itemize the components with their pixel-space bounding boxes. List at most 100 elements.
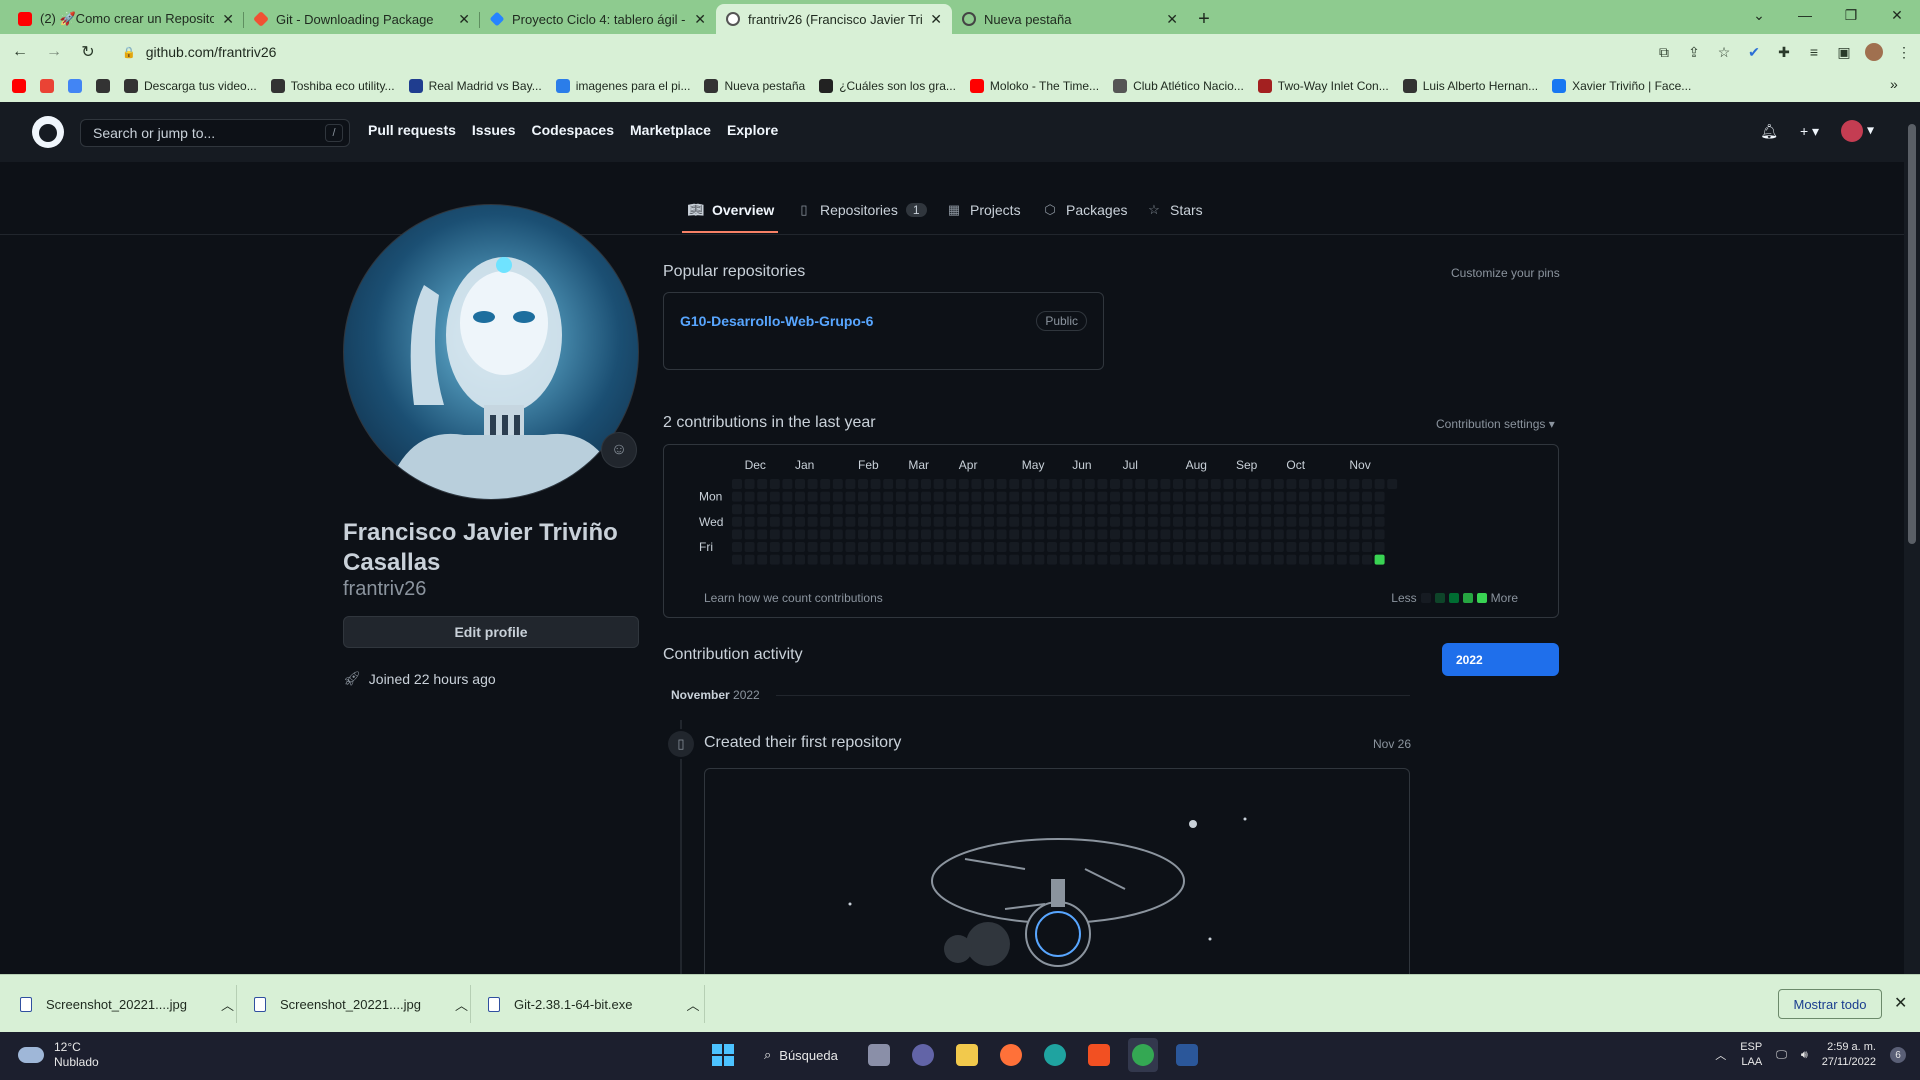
- contribution-day[interactable]: [933, 516, 944, 527]
- contribution-day[interactable]: [1034, 554, 1045, 565]
- contribution-day[interactable]: [870, 491, 881, 502]
- contribution-day[interactable]: [984, 529, 994, 540]
- task-view-icon[interactable]: [864, 1038, 894, 1072]
- contribution-day[interactable]: [1173, 554, 1183, 565]
- contribution-day[interactable]: [908, 479, 919, 489]
- contribution-day[interactable]: [1198, 491, 1209, 502]
- contribution-day[interactable]: [984, 554, 994, 565]
- contribution-day[interactable]: [1122, 516, 1133, 527]
- contribution-day[interactable]: [1160, 504, 1171, 515]
- contribution-day[interactable]: [1097, 542, 1108, 552]
- extension-check-icon[interactable]: ✔: [1744, 38, 1764, 66]
- contribution-day[interactable]: [1110, 504, 1120, 515]
- contribution-day[interactable]: [1097, 491, 1108, 502]
- repo-link[interactable]: G10-Desarrollo-Web-Grupo-6: [680, 313, 873, 329]
- contribution-day[interactable]: [820, 529, 831, 540]
- contribution-day[interactable]: [795, 529, 805, 540]
- contribution-day[interactable]: [1261, 504, 1272, 515]
- start-button[interactable]: [708, 1038, 738, 1072]
- firefox-icon[interactable]: [996, 1038, 1026, 1072]
- contribution-day[interactable]: [1349, 491, 1360, 502]
- contribution-day[interactable]: [1299, 529, 1309, 540]
- contribution-day[interactable]: [958, 542, 969, 552]
- contribution-day[interactable]: [1236, 542, 1246, 552]
- contribution-day[interactable]: [958, 504, 969, 515]
- edge-icon[interactable]: [1040, 1038, 1070, 1072]
- volume-icon[interactable]: 🔊︎: [1801, 1049, 1808, 1062]
- tab-repositories[interactable]: ▯ Repositories 1: [796, 200, 927, 220]
- contribution-day[interactable]: [1047, 554, 1057, 565]
- contribution-day[interactable]: [1362, 504, 1372, 515]
- microsoft-store-icon[interactable]: [1084, 1038, 1114, 1072]
- contribution-day[interactable]: [1072, 491, 1083, 502]
- contribution-day[interactable]: [1261, 529, 1272, 540]
- contribution-day[interactable]: [1349, 504, 1360, 515]
- contribution-day[interactable]: [870, 529, 881, 540]
- chevron-up-icon[interactable]: ︿: [455, 995, 468, 1014]
- translate-icon[interactable]: ⧉: [1654, 38, 1674, 66]
- contribution-day[interactable]: [1185, 554, 1196, 565]
- contribution-day[interactable]: [895, 516, 906, 527]
- contribution-day[interactable]: [1009, 516, 1020, 527]
- contribution-day[interactable]: [870, 554, 881, 565]
- contribution-day[interactable]: [1362, 542, 1372, 552]
- contribution-day[interactable]: [832, 529, 843, 540]
- contribution-day[interactable]: [946, 542, 957, 552]
- bookmark-item[interactable]: Descarga tus video...: [124, 79, 257, 93]
- contribution-day[interactable]: [971, 516, 982, 527]
- contribution-day[interactable]: [757, 554, 768, 565]
- tab-close-icon[interactable]: ✕: [458, 11, 470, 28]
- tab-close-icon[interactable]: ✕: [1166, 11, 1178, 28]
- contribution-day[interactable]: [1286, 479, 1297, 489]
- search-input[interactable]: Search or jump to... /: [80, 119, 350, 147]
- contribution-day[interactable]: [845, 554, 856, 565]
- reading-list-icon[interactable]: ≡: [1804, 38, 1824, 66]
- contribution-day[interactable]: [883, 504, 894, 515]
- download-item[interactable]: Screenshot_20221....jpg ︿: [20, 975, 234, 1033]
- contribution-day[interactable]: [769, 516, 780, 527]
- contribution-day[interactable]: [883, 479, 894, 489]
- contribution-day[interactable]: [895, 529, 906, 540]
- contribution-day[interactable]: [883, 554, 894, 565]
- contribution-day[interactable]: [1286, 491, 1297, 502]
- network-icon[interactable]: 🖵︎: [1776, 1049, 1787, 1062]
- create-new-plus-icon[interactable]: + ▾: [1800, 123, 1819, 140]
- notifications-bell-icon[interactable]: 🔔︎: [1760, 123, 1778, 140]
- contribution-day[interactable]: [1021, 516, 1032, 527]
- contribution-day[interactable]: [769, 504, 780, 515]
- contribution-day[interactable]: [807, 491, 818, 502]
- contribution-day[interactable]: [1059, 516, 1070, 527]
- contribution-day[interactable]: [1362, 516, 1372, 527]
- contribution-day[interactable]: [820, 491, 831, 502]
- contribution-day[interactable]: [1223, 504, 1234, 515]
- contribution-day[interactable]: [1009, 529, 1020, 540]
- contribution-day[interactable]: [1072, 542, 1083, 552]
- contribution-day[interactable]: [1110, 542, 1120, 552]
- contribution-day[interactable]: [1286, 516, 1297, 527]
- contribution-day[interactable]: [946, 516, 957, 527]
- contribution-day[interactable]: [832, 479, 843, 489]
- download-item[interactable]: Git-2.38.1-64-bit.exe ︿: [488, 975, 700, 1033]
- contribution-day[interactable]: [1299, 542, 1309, 552]
- contribution-day[interactable]: [757, 542, 768, 552]
- browser-tab[interactable]: Proyecto Ciclo 4: tablero ágil - Jir ✕: [480, 4, 716, 34]
- contribution-day[interactable]: [1374, 479, 1385, 489]
- contribution-day[interactable]: [782, 542, 793, 552]
- contribution-day[interactable]: [1147, 542, 1158, 552]
- contribution-day[interactable]: [845, 529, 856, 540]
- contribution-day[interactable]: [820, 479, 831, 489]
- taskbar-search[interactable]: ⌕ Búsqueda: [752, 1038, 850, 1072]
- contribution-day[interactable]: [971, 491, 982, 502]
- bookmark-item[interactable]: Club Atlético Nacio...: [1113, 79, 1244, 93]
- contribution-day[interactable]: [1034, 491, 1045, 502]
- contribution-day[interactable]: [807, 542, 818, 552]
- contribution-day[interactable]: [782, 529, 793, 540]
- close-window-button[interactable]: ✕: [1874, 0, 1920, 30]
- tab-stars[interactable]: ☆ Stars: [1146, 200, 1203, 220]
- tab-close-icon[interactable]: ✕: [222, 11, 234, 28]
- contribution-day[interactable]: [769, 479, 780, 489]
- contribution-day[interactable]: [908, 554, 919, 565]
- bookmark-item[interactable]: Two-Way Inlet Con...: [1257, 79, 1389, 93]
- contribution-day[interactable]: [1299, 554, 1309, 565]
- weather-widget[interactable]: 12°C Nublado: [18, 1040, 99, 1070]
